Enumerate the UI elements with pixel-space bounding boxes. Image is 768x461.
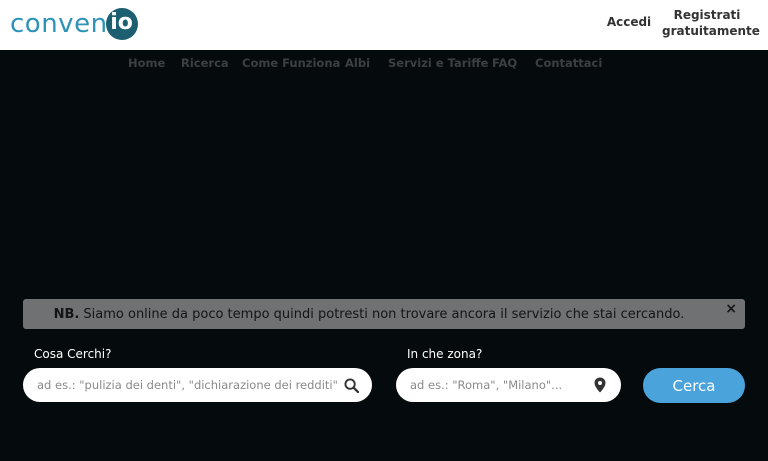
where-input[interactable] bbox=[410, 378, 587, 392]
nav-item-contattaci[interactable]: Contattaci bbox=[535, 56, 602, 70]
what-label: Cosa Cerchi? bbox=[34, 347, 112, 361]
logo-badge: io bbox=[105, 8, 138, 40]
register-link[interactable]: Registrati gratuitamente bbox=[662, 7, 760, 39]
where-label: In che zona? bbox=[407, 347, 483, 361]
register-label-line2: gratuitamente bbox=[662, 24, 760, 38]
login-link[interactable]: Accedi bbox=[604, 15, 654, 29]
nav-item-albi[interactable]: Albi bbox=[345, 56, 370, 70]
search-icon[interactable] bbox=[338, 377, 364, 393]
register-label-line1: Registrati bbox=[673, 8, 741, 22]
main-nav: Home Ricerca Come Funziona Albi Servizi … bbox=[0, 56, 768, 70]
map-pin-icon[interactable] bbox=[587, 377, 613, 393]
nav-item-servizi-tariffe[interactable]: Servizi e Tariffe bbox=[388, 56, 489, 70]
logo[interactable]: conven io bbox=[10, 5, 138, 43]
top-bar: conven io Accedi Registrati gratuitament… bbox=[0, 0, 768, 50]
notice-banner: NB. Siamo online da poco tempo quindi po… bbox=[23, 299, 745, 329]
close-icon[interactable]: × bbox=[725, 301, 737, 317]
nav-item-home[interactable]: Home bbox=[128, 56, 165, 70]
nav-item-faq[interactable]: FAQ bbox=[492, 56, 517, 70]
logo-text: conven bbox=[10, 9, 108, 39]
what-input[interactable] bbox=[37, 378, 338, 392]
notice-text: Siamo online da poco tempo quindi potres… bbox=[83, 306, 685, 322]
nav-item-ricerca[interactable]: Ricerca bbox=[181, 56, 229, 70]
where-field[interactable] bbox=[396, 368, 621, 402]
search-button[interactable]: Cerca bbox=[643, 368, 745, 403]
nav-item-come-funziona[interactable]: Come Funziona bbox=[242, 56, 340, 70]
what-field[interactable] bbox=[23, 368, 372, 402]
notice-bold: NB. bbox=[53, 306, 80, 322]
